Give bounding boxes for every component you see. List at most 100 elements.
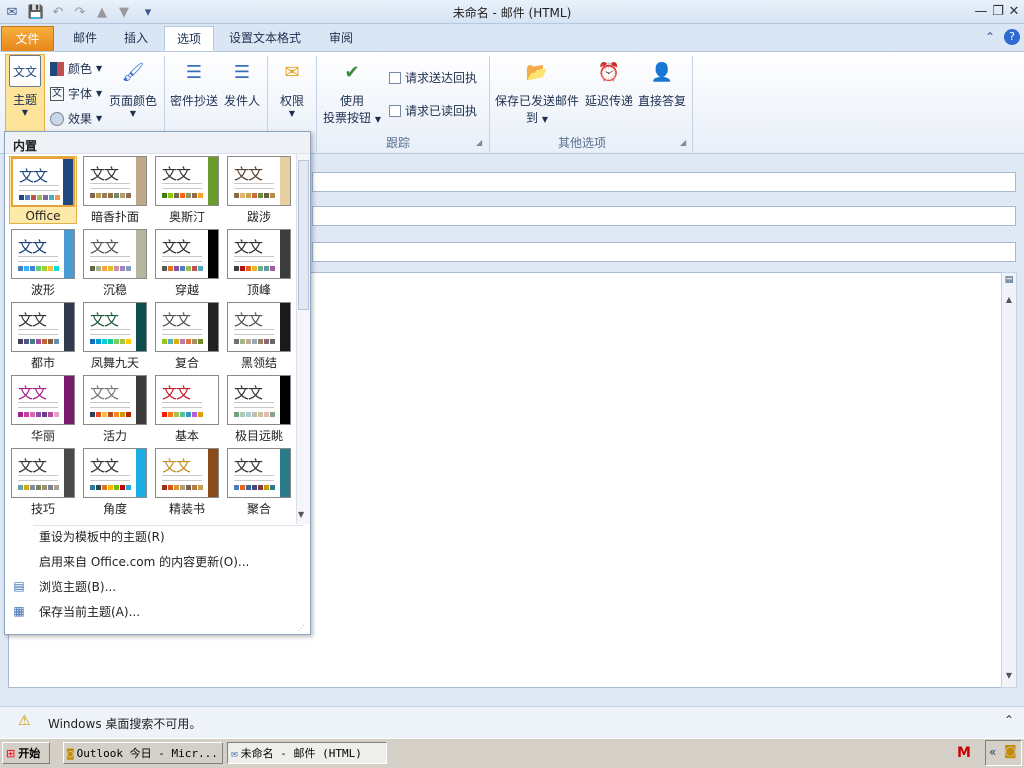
ruler-icon[interactable]: ▤: [1003, 275, 1015, 287]
tab-file[interactable]: 文件: [1, 26, 54, 51]
subject-field[interactable]: [312, 242, 1016, 262]
from-button[interactable]: ☰ 发件人: [221, 56, 263, 109]
themes-label: 主题: [12, 93, 37, 107]
dropdown-arrow-icon: ▼: [96, 89, 103, 98]
theme-item[interactable]: 文文 沉稳: [81, 229, 149, 297]
themes-button[interactable]: 文文 主题 ▼: [5, 54, 45, 132]
theme-thumbnail: 文文: [83, 375, 147, 425]
expand-tray-icon[interactable]: «: [989, 745, 996, 759]
enable-office-updates-menu-item[interactable]: 启用来自 Office.com 的内容更新(O)...: [5, 549, 310, 573]
group-separator: [316, 56, 317, 152]
scroll-down-icon[interactable]: ▼: [298, 510, 304, 519]
effects-button[interactable]: 效果 ▼: [50, 110, 102, 127]
color-swatch: [48, 485, 53, 490]
color-swatch: [36, 266, 41, 271]
theme-sample-text: 文文: [234, 165, 263, 183]
theme-sample-lines: [162, 329, 202, 335]
fonts-button[interactable]: 文字体 ▼: [50, 85, 102, 102]
browse-themes-menu-item[interactable]: ▤ 浏览主题(B)...: [5, 574, 310, 598]
theme-item[interactable]: 文文 华丽: [9, 375, 77, 443]
body-scrollbar[interactable]: ▤ ▲ ▼: [1001, 272, 1017, 688]
request-delivery-receipt-checkbox[interactable]: 请求送达回执: [389, 69, 477, 86]
page-color-button[interactable]: 🖌 页面颜色 ▼: [107, 56, 159, 119]
theme-thumbnail: 文文: [155, 375, 219, 425]
color-swatch: [258, 412, 263, 417]
theme-item[interactable]: 文文 暗香扑面: [81, 156, 149, 224]
theme-item[interactable]: 文文 基本: [153, 375, 221, 443]
minimize-icon[interactable]: —: [972, 2, 990, 20]
theme-item[interactable]: 文文 都市: [9, 302, 77, 370]
theme-color-swatches: [234, 339, 275, 344]
theme-name: 角度: [102, 502, 127, 516]
theme-sample-text: 文文: [18, 311, 47, 329]
direct-replies-button[interactable]: 👤 直接答复: [637, 56, 687, 109]
resize-grip-icon[interactable]: ⋰: [298, 624, 305, 632]
delay-delivery-button[interactable]: ⏰ 延迟传递: [584, 56, 634, 109]
theme-item[interactable]: 文文 精装书: [153, 448, 221, 516]
theme-sample-text: 文文: [234, 311, 263, 329]
color-swatch: [198, 193, 203, 198]
scroll-up-icon[interactable]: ▲: [1003, 295, 1015, 307]
theme-item[interactable]: 文文 活力: [81, 375, 149, 443]
save-sent-item-button[interactable]: 📂 保存已发送邮件 到 ▼: [494, 56, 580, 126]
permission-button[interactable]: ✉ 权限 ▼: [271, 56, 313, 119]
theme-color-swatches: [162, 339, 203, 344]
theme-sample-text: 文文: [234, 384, 263, 402]
tab-review[interactable]: 审阅: [318, 26, 364, 51]
request-read-receipt-checkbox[interactable]: 请求已读回执: [389, 102, 477, 119]
theme-item[interactable]: 文文 复合: [153, 302, 221, 370]
tab-insert[interactable]: 插入: [113, 26, 159, 51]
expand-status-icon[interactable]: ⌃: [1004, 713, 1014, 727]
voting-buttons-button[interactable]: ✔ 使用 投票按钮 ▼: [322, 56, 382, 126]
gallery-scrollbar[interactable]: ▼: [296, 154, 310, 524]
gallery-scroll-thumb[interactable]: [298, 160, 309, 310]
theme-item[interactable]: 文文 聚合: [225, 448, 293, 516]
theme-item[interactable]: 文文 奥斯汀: [153, 156, 221, 224]
theme-item[interactable]: 文文 凤舞九天: [81, 302, 149, 370]
theme-sample-lines: [90, 402, 130, 408]
tab-format-text[interactable]: 设置文本格式: [220, 26, 310, 51]
taskbar-item-untitled-message[interactable]: ✉ 未命名 - 邮件 (HTML): [227, 742, 387, 764]
theme-item[interactable]: 文文 角度: [81, 448, 149, 516]
tray-mcafee-icon[interactable]: M: [952, 742, 976, 764]
tray-outlook-icon[interactable]: ◙: [1004, 744, 1017, 759]
tab-options[interactable]: 选项: [164, 26, 214, 51]
cc-field[interactable]: [312, 206, 1016, 226]
theme-item[interactable]: 文文 Office: [9, 156, 77, 224]
tab-mail[interactable]: 邮件: [62, 26, 108, 51]
help-icon[interactable]: ?: [1004, 29, 1020, 45]
color-swatch: [162, 485, 167, 490]
theme-item[interactable]: 文文 顶峰: [225, 229, 293, 297]
start-button[interactable]: ⊞ 开始: [2, 742, 50, 764]
theme-item[interactable]: 文文 技巧: [9, 448, 77, 516]
reset-theme-menu-item[interactable]: 重设为模板中的主题(R): [5, 524, 310, 548]
color-swatch: [24, 339, 29, 344]
theme-item[interactable]: 文文 波形: [9, 229, 77, 297]
theme-name: 复合: [174, 356, 199, 370]
theme-name: 黑领结: [240, 356, 277, 370]
colors-button[interactable]: 颜色 ▼: [50, 60, 102, 77]
scroll-down-icon[interactable]: ▼: [1003, 671, 1015, 683]
theme-sample-lines: [90, 475, 130, 481]
color-swatch: [174, 485, 179, 490]
color-swatch: [43, 195, 48, 200]
dialog-launcher-icon[interactable]: ◢: [476, 138, 482, 147]
theme-item[interactable]: 文文黑领结: [225, 302, 293, 370]
theme-sample-lines: [19, 185, 59, 191]
close-icon[interactable]: ✕: [1005, 2, 1023, 20]
theme-accent-bar: [280, 376, 290, 424]
bcc-button[interactable]: ☰ 密件抄送: [168, 56, 220, 109]
theme-sample-text: 文文: [19, 167, 48, 185]
taskbar-item-outlook-today[interactable]: ◙ Outlook 今日 - Micr...: [63, 742, 223, 764]
theme-item[interactable]: 文文 极目远眺: [225, 375, 293, 443]
save-current-theme-menu-item[interactable]: ▦ 保存当前主题(A)...: [5, 599, 310, 623]
color-swatch: [54, 412, 59, 417]
color-swatch: [198, 485, 203, 490]
to-field[interactable]: [312, 172, 1016, 192]
theme-item[interactable]: 文文 穿越: [153, 229, 221, 297]
collapse-ribbon-icon[interactable]: ⌃: [985, 30, 995, 44]
save-sent-icon: 📂: [525, 61, 549, 83]
mail-icon: ✉: [231, 746, 238, 760]
theme-item[interactable]: 文文 跋涉: [225, 156, 293, 224]
dialog-launcher-icon[interactable]: ◢: [680, 138, 686, 147]
